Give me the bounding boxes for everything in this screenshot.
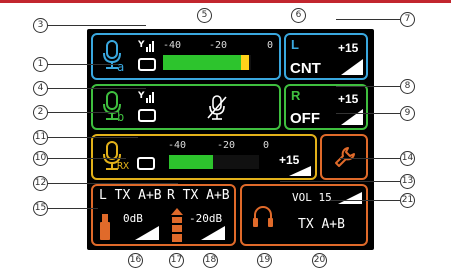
outputs-panel[interactable]: L TX A+B R TX A+B 0dB -20dB <box>91 184 236 246</box>
callout-marker: 3 <box>33 18 48 33</box>
headphone-panel[interactable]: VOL 15 TX A+B <box>240 184 368 246</box>
gain-ramp-icon <box>201 226 225 240</box>
output-right-gain: -20dB <box>189 212 223 225</box>
mic-muted-icon <box>207 95 227 120</box>
callout-marker: 5 <box>197 8 212 23</box>
callout-leader <box>48 183 178 184</box>
channel-letter: RX <box>117 161 130 172</box>
callout-leader <box>48 158 126 159</box>
callout-marker: 17 <box>169 253 184 268</box>
wrench-icon <box>335 147 355 167</box>
output-left-label: L TX A+B <box>99 188 162 203</box>
callout-marker: 13 <box>400 174 415 189</box>
scale-label: 0 <box>263 140 270 151</box>
callout-marker: 19 <box>257 253 272 268</box>
callout-marker: 14 <box>400 151 415 166</box>
gain-ramp-icon <box>341 59 363 75</box>
channel-l-panel[interactable]: L +15 CNT <box>284 33 368 80</box>
gain-value: +15 <box>338 92 359 106</box>
mic-b-panel[interactable]: b Y <box>91 84 281 130</box>
callout-leader <box>330 200 400 201</box>
gain-ramp-icon <box>135 226 159 240</box>
battery-icon <box>137 157 155 170</box>
headphone-icon <box>253 206 273 227</box>
callout-marker: 10 <box>33 151 48 166</box>
device-screen: a Y -40 -20 0 L +15 CNT b Y R +15 OFF RX… <box>87 29 374 250</box>
callout-leader <box>336 86 400 87</box>
callout-marker: 18 <box>203 253 218 268</box>
mic-rx-panel[interactable]: RX -40 -20 0 +15 <box>91 134 317 180</box>
callout-marker: 2 <box>33 105 48 120</box>
channel-label: L <box>291 37 299 52</box>
settings-button[interactable] <box>320 134 368 180</box>
mic-a-panel[interactable]: a Y -40 -20 0 <box>91 33 281 80</box>
headphone-volume: VOL 15 <box>292 191 332 204</box>
callout-leader <box>48 208 98 209</box>
channel-letter: a <box>117 60 125 74</box>
callout-marker: 4 <box>33 81 48 96</box>
header-accent-line <box>0 0 451 3</box>
volume-ramp-icon <box>338 192 362 204</box>
channel-letter: b <box>117 110 125 124</box>
scale-label: -20 <box>209 40 228 51</box>
battery-icon <box>138 58 156 71</box>
level-meter <box>169 155 259 169</box>
callout-marker: 6 <box>291 8 306 23</box>
callout-leader <box>336 113 400 114</box>
callout-marker: 20 <box>312 253 327 268</box>
callout-leader <box>48 88 146 89</box>
mode-value: OFF <box>290 110 320 127</box>
battery-icon <box>138 109 156 122</box>
gain-ramp-icon <box>341 109 363 125</box>
callout-leader <box>48 25 146 26</box>
callout-marker: 11 <box>33 130 48 145</box>
callout-marker: 7 <box>400 12 415 27</box>
output-left-icon <box>100 214 110 240</box>
gain-ramp-icon <box>289 166 311 176</box>
callout-marker: 1 <box>33 57 48 72</box>
scale-label: -40 <box>163 40 182 51</box>
level-meter <box>163 55 251 70</box>
mode-value: CNT <box>290 60 321 77</box>
callout-leader <box>48 137 138 138</box>
scale-label: -40 <box>168 140 187 151</box>
callout-leader <box>48 64 118 65</box>
callout-marker: 15 <box>33 201 48 216</box>
signal-bars-icon: Y <box>138 41 154 52</box>
callout-marker: 16 <box>128 253 143 268</box>
channel-r-panel[interactable]: R +15 OFF <box>284 84 368 130</box>
gain-value: +15 <box>338 41 359 55</box>
callout-marker: 9 <box>400 106 415 121</box>
output-left-gain: 0dB <box>123 212 143 225</box>
gain-value: +15 <box>279 153 300 167</box>
callout-leader <box>340 158 400 159</box>
headphone-source: TX A+B <box>298 217 345 232</box>
callout-marker: 21 <box>400 193 415 208</box>
channel-label: R <box>291 88 301 103</box>
output-right-icon <box>171 208 183 242</box>
callout-marker: 12 <box>33 176 48 191</box>
callout-leader <box>48 112 118 113</box>
callout-leader <box>336 19 400 20</box>
scale-label: -20 <box>217 140 236 151</box>
signal-bars-icon: Y <box>138 92 154 103</box>
callout-leader <box>280 181 400 182</box>
output-right-label: R TX A+B <box>167 188 230 203</box>
callout-marker: 8 <box>400 79 415 94</box>
scale-label: 0 <box>267 40 274 51</box>
